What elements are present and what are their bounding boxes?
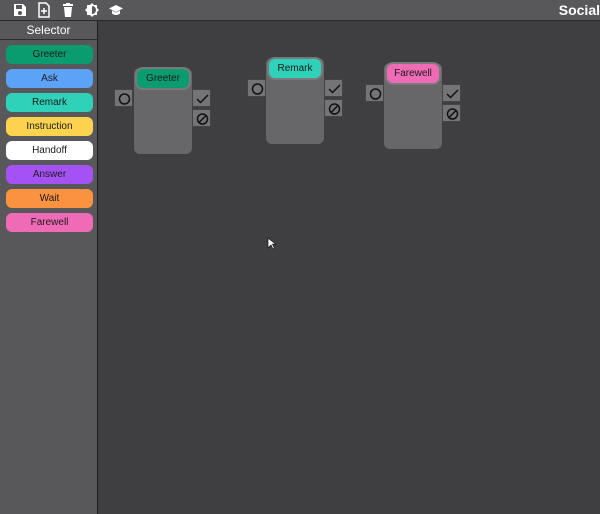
delete-icon[interactable] (60, 2, 76, 18)
new-file-icon[interactable] (36, 2, 52, 18)
graduation-cap-icon[interactable] (108, 2, 124, 18)
success-port[interactable] (192, 89, 211, 107)
save-icon[interactable] (12, 2, 28, 18)
greeter-node[interactable]: Greeter (114, 68, 212, 156)
sidebar-header: Selector (0, 21, 97, 40)
remark-node-label[interactable]: Remark (269, 59, 321, 78)
remark-node[interactable]: Remark (247, 58, 345, 146)
selector-remark-button[interactable]: Remark (6, 93, 93, 112)
input-port[interactable] (114, 89, 133, 107)
selector-greeter-button[interactable]: Greeter (6, 45, 93, 64)
selector-instruction-button[interactable]: Instruction (6, 117, 93, 136)
input-port[interactable] (247, 79, 266, 97)
selector-farewell-button[interactable]: Farewell (6, 213, 93, 232)
cancel-port[interactable] (192, 109, 211, 127)
selector-sidebar: Selector Greeter Ask Remark Instruction … (0, 21, 98, 514)
farewell-node-label[interactable]: Farewell (387, 64, 439, 83)
success-port[interactable] (442, 84, 461, 102)
success-port[interactable] (324, 79, 343, 97)
cancel-port[interactable] (324, 99, 343, 117)
selector-handoff-button[interactable]: Handoff (6, 141, 93, 160)
theme-toggle-icon[interactable] (84, 2, 100, 18)
node-canvas[interactable]: Greeter Remark Farewell (99, 21, 600, 514)
mouse-cursor-icon (267, 237, 277, 250)
cancel-port[interactable] (442, 104, 461, 122)
farewell-node[interactable]: Farewell (365, 63, 463, 151)
app-title: Social (558, 2, 600, 18)
greeter-node-label[interactable]: Greeter (137, 69, 189, 88)
selector-wait-button[interactable]: Wait (6, 189, 93, 208)
selector-answer-button[interactable]: Answer (6, 165, 93, 184)
input-port[interactable] (365, 84, 384, 102)
toolbar: Social (0, 0, 600, 21)
selector-ask-button[interactable]: Ask (6, 69, 93, 88)
